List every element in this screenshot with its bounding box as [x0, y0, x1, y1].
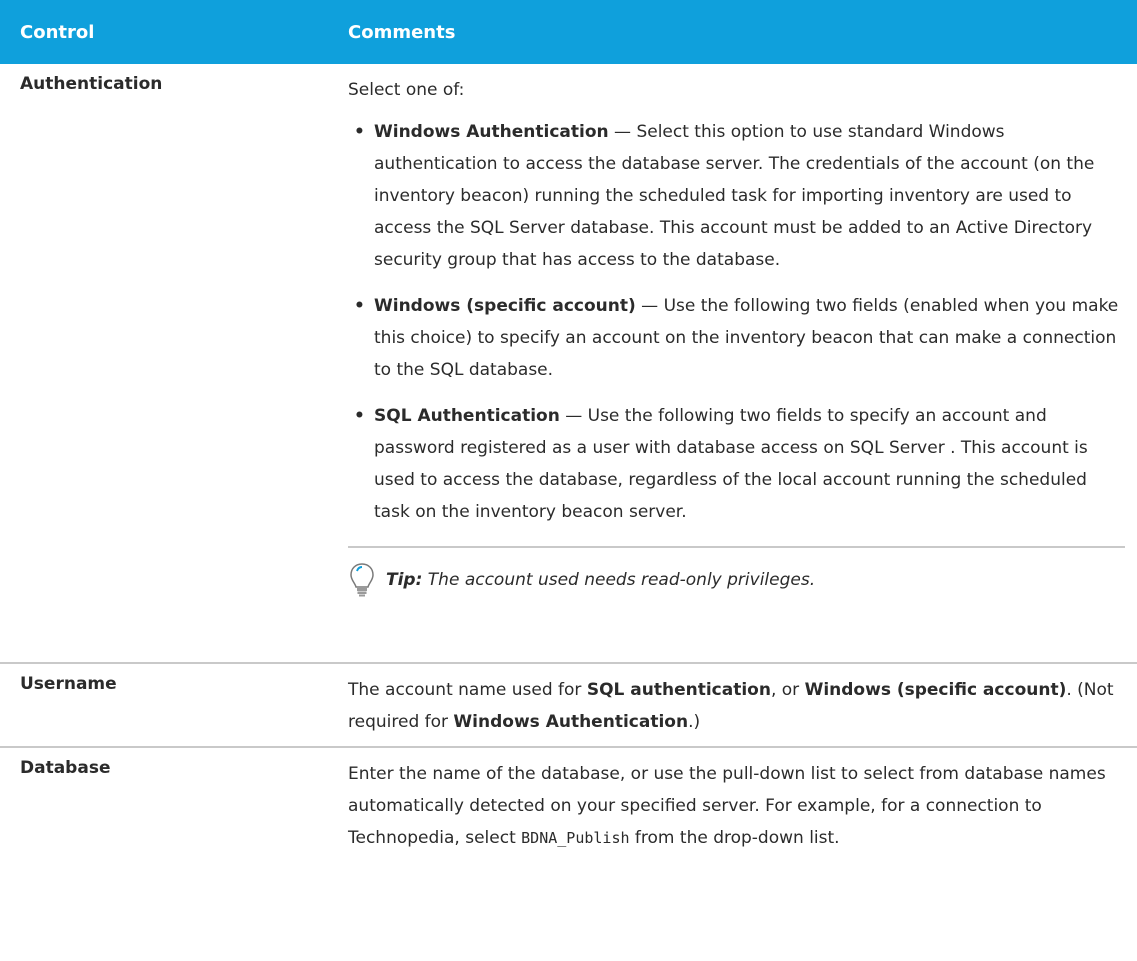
table-header: Control Comments [0, 0, 1137, 64]
text-part: , or [770, 680, 805, 700]
header-control: Control [20, 21, 95, 43]
bullet: • [354, 406, 365, 426]
tip-label: Tip: [386, 570, 423, 590]
intro-text: Select one of: [348, 80, 465, 100]
auth-options-list: • Windows Authentication — Select this o… [348, 116, 1125, 528]
table-row-username: Username The account name used for SQL a… [0, 664, 1137, 748]
reference-table: Control Comments Authentication Select o… [0, 0, 1137, 898]
option-sql-authentication: • SQL Authentication — Use the following… [348, 400, 1125, 528]
lightbulb-icon [350, 563, 374, 597]
bold-part: Windows (specific account) [804, 680, 1067, 700]
comments-database: Enter the name of the database, or use t… [348, 748, 1137, 898]
option-title: Windows Authentication [374, 122, 609, 142]
option-windows-authentication: • Windows Authentication — Select this o… [348, 116, 1125, 276]
control-database: Database [20, 758, 111, 778]
option-title: Windows (specific account) [374, 296, 636, 316]
control-authentication: Authentication [20, 74, 163, 94]
bold-part: SQL authentication [586, 680, 771, 700]
text-part: from the drop-down list. [629, 828, 840, 848]
tip-note: Tip: The account used needs read-only pr… [348, 546, 1125, 598]
bold-part: Windows Authentication [453, 712, 689, 732]
table-row-authentication: Authentication Select one of: • Windows … [0, 64, 1137, 664]
option-windows-specific-account: • Windows (specific account) — Use the f… [348, 290, 1125, 386]
comments-authentication: Select one of: • Windows Authentication … [348, 64, 1137, 662]
tip-body: The account used needs read-only privile… [422, 570, 816, 590]
control-username: Username [20, 674, 117, 694]
option-title: SQL Authentication [374, 406, 560, 426]
text-part: The account name used for [348, 680, 587, 700]
tip-text: Tip: The account used needs read-only pr… [386, 564, 815, 596]
table-row-database: Database Enter the name of the database,… [0, 748, 1137, 898]
code-snippet: BDNA_Publish [521, 829, 630, 847]
bullet: • [354, 122, 365, 142]
comments-username: The account name used for SQL authentica… [348, 664, 1137, 746]
text-part: .) [688, 712, 701, 732]
option-text: — Select this option to use standard Win… [374, 122, 1095, 270]
bullet: • [354, 296, 365, 316]
header-comments: Comments [348, 21, 456, 43]
